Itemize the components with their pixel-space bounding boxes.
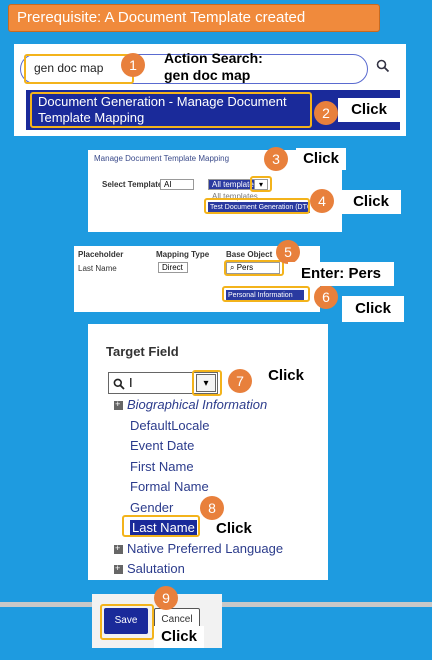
badge-step-6: 6: [314, 285, 338, 309]
list-item-first-name[interactable]: First Name: [114, 457, 324, 478]
list-item-label: Salutation: [127, 561, 185, 576]
badge-step-3: 3: [264, 147, 288, 171]
last-name-highlight: [122, 515, 200, 537]
list-item-label: Biographical Information: [127, 397, 268, 412]
click-label-step8: Click: [216, 520, 252, 537]
page-title: Manage Document Template Mapping: [94, 154, 230, 163]
list-item-native-preferred-language[interactable]: Native Preferred Language: [114, 539, 324, 560]
click-label-step4: Click: [341, 190, 401, 214]
list-item-salutation[interactable]: Salutation: [114, 559, 324, 580]
target-field-input-value: I: [129, 375, 133, 390]
click-label-step6: Click: [342, 296, 404, 322]
badge-step-9: 9: [154, 586, 178, 610]
dropdown-arrow-highlight-step7: [192, 370, 222, 396]
badge-step-2: 2: [314, 101, 338, 125]
list-item-event-date[interactable]: Event Date: [114, 436, 324, 457]
click-label-step9: Click: [154, 626, 204, 648]
search-icon: [113, 377, 125, 395]
badge-step-7: 7: [228, 369, 252, 393]
click-label-step7: Click: [268, 367, 304, 384]
row-placeholder-last-name: Last Name: [78, 264, 117, 273]
search-result-line1: Document Generation - Manage Document: [38, 94, 287, 109]
column-placeholder: Placeholder: [78, 250, 124, 259]
list-item-biographical-information[interactable]: Biographical Information: [114, 395, 324, 416]
base-object-search-highlight: [224, 260, 284, 276]
dropdown-arrow-highlight: [250, 176, 272, 192]
list-item-defaultlocale[interactable]: DefaultLocale: [114, 416, 324, 437]
badge-step-4: 4: [310, 189, 334, 213]
action-search-label-line2: gen doc map: [164, 67, 251, 83]
target-field-list: Biographical Information DefaultLocale E…: [114, 395, 324, 580]
action-search-label-line1: Action Search:: [164, 50, 263, 66]
list-item-formal-name[interactable]: Formal Name: [114, 477, 324, 498]
target-field-panel: Target Field I ▾ Biographical Informatio…: [88, 324, 328, 580]
action-search-panel: gen doc map Action Search: gen doc map D…: [14, 44, 406, 136]
enter-label-step5: Enter: Pers: [288, 262, 394, 286]
column-mapping-type: Mapping Type: [156, 250, 210, 259]
badge-step-1: 1: [121, 53, 145, 77]
action-search-value: gen doc map: [34, 61, 104, 75]
click-label-step2: Click: [338, 98, 400, 122]
test-option-highlight: [204, 198, 310, 214]
language-select[interactable]: AI: [160, 179, 194, 190]
expand-icon: [114, 400, 123, 411]
target-field-title: Target Field: [106, 344, 179, 359]
badge-step-8: 8: [200, 496, 224, 520]
search-result-line2: Template Mapping: [38, 110, 145, 125]
save-button-highlight: [100, 604, 154, 640]
badge-step-5: 5: [276, 240, 300, 264]
expand-icon: [114, 564, 123, 575]
personal-information-highlight: [222, 286, 310, 302]
expand-icon: [114, 544, 123, 554]
column-base-object: Base Object: [226, 250, 273, 259]
mapping-type-select[interactable]: Direct: [158, 262, 188, 273]
click-label-step3: Click: [296, 148, 346, 170]
list-item-label: Native Preferred Language: [127, 540, 284, 556]
prerequisite-banner: Prerequisite: A Document Template create…: [8, 4, 380, 32]
select-template-label: Select Template: [102, 180, 163, 189]
search-icon[interactable]: [376, 59, 390, 76]
